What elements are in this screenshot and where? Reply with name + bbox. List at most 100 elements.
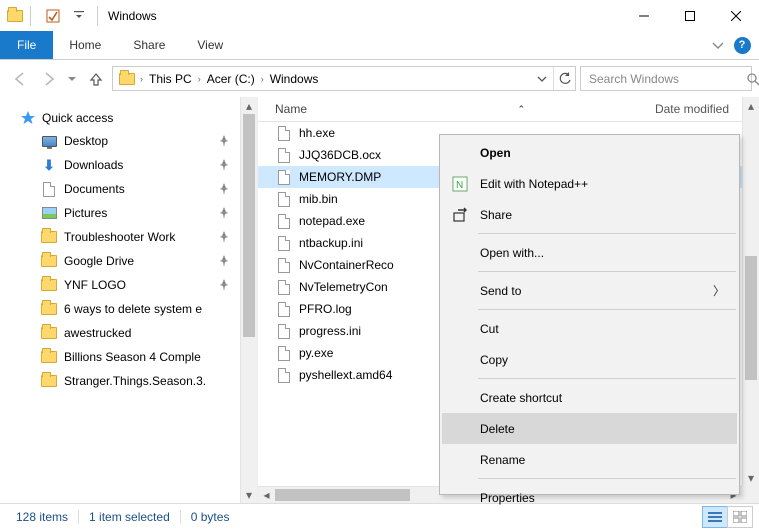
context-menu-item[interactable]: Share [442,199,737,230]
search-box[interactable] [580,66,752,91]
tab-share[interactable]: Share [117,31,181,59]
svg-text:N: N [456,180,463,191]
refresh-button[interactable] [553,67,575,90]
context-menu-item[interactable]: Send to〉 [442,275,737,306]
address-folder-icon [117,69,137,89]
file-name: PFRO.log [299,302,352,316]
folder-icon [40,348,58,366]
context-menu-label: Create shortcut [480,391,562,405]
sidebar-item[interactable]: ⬇Downloads [0,153,257,177]
breadcrumb-folder[interactable]: Windows [265,72,324,86]
scroll-thumb[interactable] [243,114,255,337]
pin-icon [219,231,229,243]
help-button[interactable]: ? [733,31,759,59]
file-icon [275,322,293,340]
sidebar-item-label: Desktop [64,134,108,148]
file-icon [275,124,293,142]
sidebar-item[interactable]: YNF LOGO [0,273,257,297]
history-dropdown-icon[interactable] [65,75,79,83]
file-name: progress.ini [299,324,361,338]
sidebar-item-label: Documents [64,182,125,196]
file-icon [275,190,293,208]
minimize-button[interactable] [621,0,667,31]
sidebar-item[interactable]: Pictures [0,201,257,225]
sidebar-item[interactable]: Desktop [0,129,257,153]
context-menu-label: Copy [480,353,508,367]
scroll-up-icon[interactable]: ▴ [743,97,759,114]
folder-icon [40,300,58,318]
tab-view[interactable]: View [181,31,239,59]
sort-indicator-icon[interactable]: ⌃ [517,104,525,115]
context-menu-item[interactable]: NEdit with Notepad++ [442,168,737,199]
sidebar-item-label: Troubleshooter Work [64,230,175,244]
download-icon: ⬇ [40,156,58,174]
file-name: NvContainerReco [299,258,394,272]
sidebar-item[interactable]: awestrucked [0,321,257,345]
ribbon-collapse-icon[interactable] [703,31,733,59]
scroll-up-icon[interactable]: ▴ [241,97,257,114]
navpane-scrollbar[interactable]: ▴ ▾ [240,97,257,503]
context-menu-item[interactable]: Properties [442,482,737,513]
context-menu-item[interactable]: Delete [442,413,737,444]
folder-icon [40,324,58,342]
breadcrumb-thispc[interactable]: This PC [144,72,197,86]
context-menu-label: Delete [480,422,515,436]
context-menu-item[interactable]: Open [442,137,737,168]
up-button[interactable] [83,66,108,91]
tab-home[interactable]: Home [53,31,117,59]
context-menu: OpenNEdit with Notepad++Share Open with..… [439,134,740,495]
column-headers: Name ⌃ Date modified [258,97,759,122]
file-icon [275,256,293,274]
file-name: notepad.exe [299,214,365,228]
breadcrumb-drive[interactable]: Acer (C:) [202,72,260,86]
star-icon [20,110,36,126]
address-dropdown-icon[interactable] [531,67,553,90]
scroll-left-icon[interactable]: ◂ [258,487,275,503]
folder-app-icon[interactable] [6,7,24,25]
sidebar-item[interactable]: Google Drive [0,249,257,273]
folder-icon [40,276,58,294]
content-vscrollbar[interactable]: ▴ ▾ [742,97,759,486]
window-title: Windows [108,9,157,23]
close-button[interactable] [713,0,759,31]
context-menu-item[interactable]: Open with... [442,237,737,268]
sidebar-item[interactable]: Documents [0,177,257,201]
sidebar-item-label: Stranger.Things.Season.3. [64,374,206,388]
status-selection: 1 item selected [79,510,181,524]
column-name-label: Name [275,102,307,116]
sidebar-item[interactable]: Stranger.Things.Season.3. [0,369,257,393]
file-name: MEMORY.DMP [299,170,381,184]
qat-dropdown-icon[interactable] [67,5,91,27]
forward-button[interactable] [36,66,61,91]
quick-access-header[interactable]: Quick access [0,107,257,129]
pin-icon [219,207,229,219]
address-bar[interactable]: › This PC › Acer (C:) › Windows [112,66,576,91]
qat-properties-icon[interactable] [41,5,65,27]
sidebar-item[interactable]: 6 ways to delete system e [0,297,257,321]
pin-icon [219,255,229,267]
scroll-down-icon[interactable]: ▾ [743,469,759,486]
scroll-down-icon[interactable]: ▾ [241,486,257,503]
context-menu-item[interactable]: Create shortcut [442,382,737,413]
sidebar-item-label: Billions Season 4 Comple [64,350,201,364]
search-input[interactable] [587,71,746,87]
context-menu-item[interactable]: Copy [442,344,737,375]
pin-icon [219,135,229,147]
sidebar-item-label: awestrucked [64,326,131,340]
navigation-pane: Quick access Desktop ⬇Downloads Documents P… [0,97,257,503]
sidebar-item-label: Pictures [64,206,107,220]
scroll-thumb[interactable] [275,489,410,501]
context-menu-item[interactable]: Rename [442,444,737,475]
column-name[interactable]: Name ⌃ [275,102,565,116]
maximize-button[interactable] [667,0,713,31]
sidebar-item[interactable]: Troubleshooter Work [0,225,257,249]
back-button[interactable] [7,66,32,91]
file-tab[interactable]: File [0,31,53,59]
file-name: pyshellext.amd64 [299,368,392,382]
search-icon[interactable] [746,72,759,86]
sidebar-item[interactable]: Billions Season 4 Comple [0,345,257,369]
context-menu-item[interactable]: Cut [442,313,737,344]
status-count: 128 items [6,510,79,524]
scroll-thumb[interactable] [745,256,757,380]
ribbon-tabs: File Home Share View ? [0,31,759,60]
